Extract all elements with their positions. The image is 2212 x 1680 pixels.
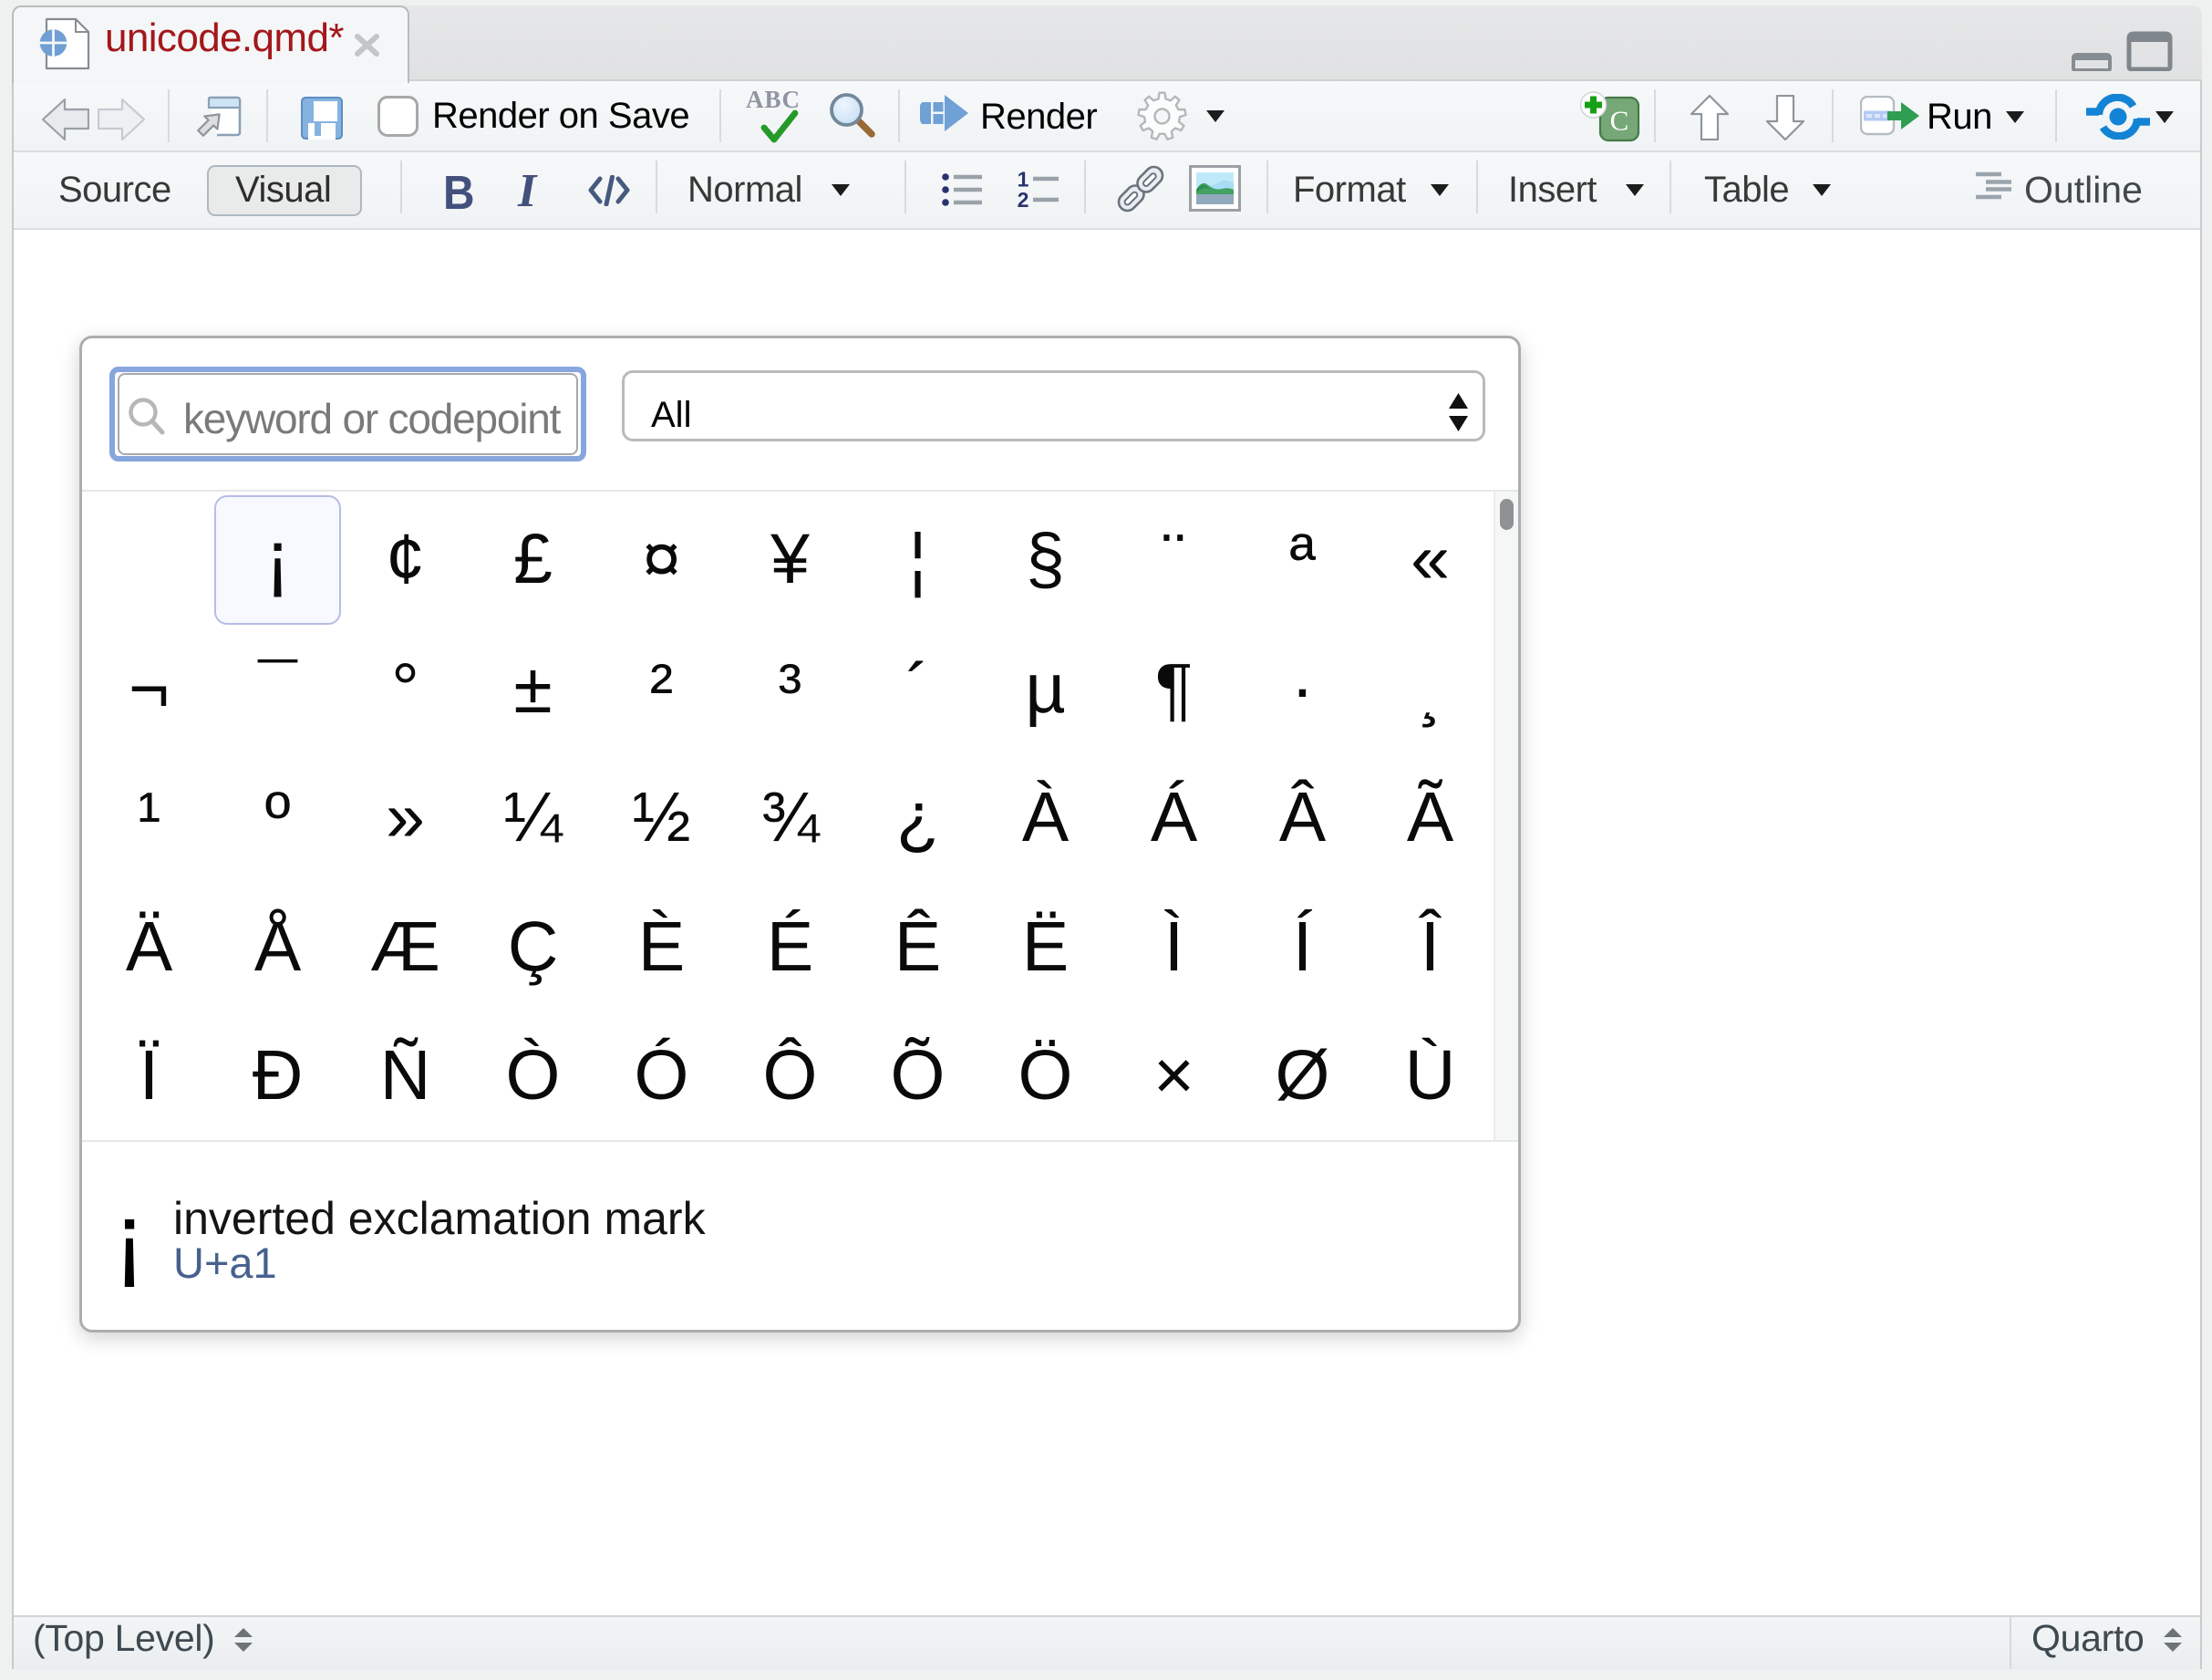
svg-text:2: 2 [1018, 188, 1029, 210]
svg-text:C: C [1610, 105, 1629, 137]
